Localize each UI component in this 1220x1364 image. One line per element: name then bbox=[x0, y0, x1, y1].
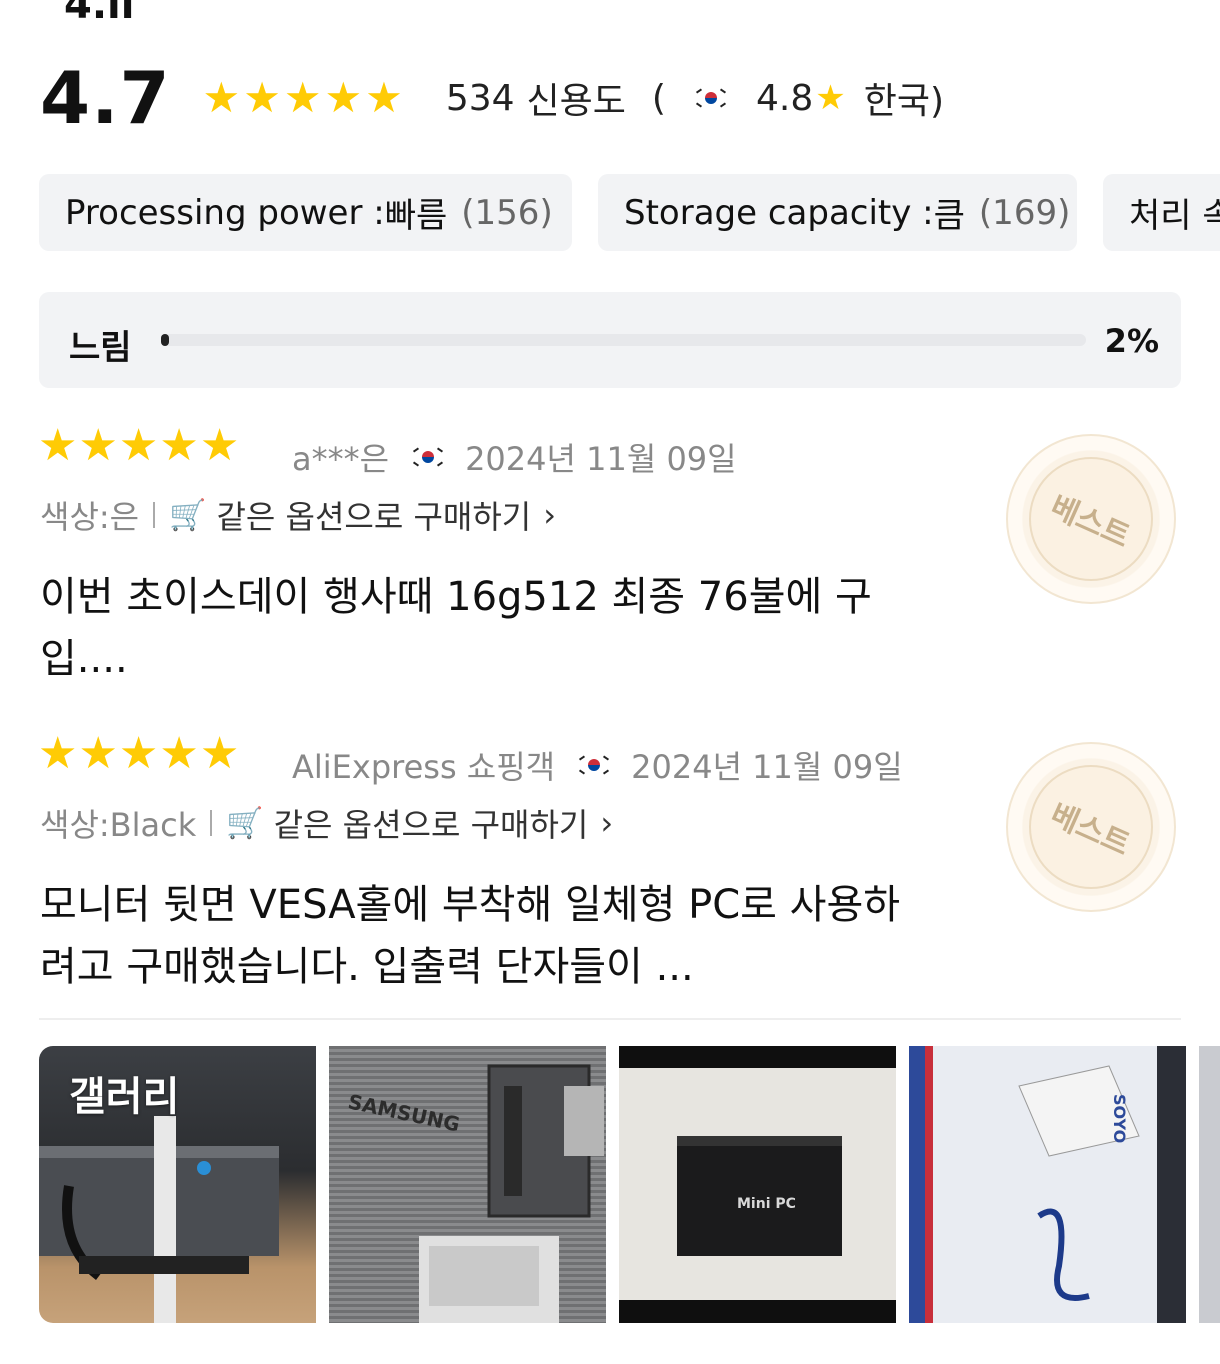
review-option: 색상:은 bbox=[40, 498, 140, 536]
slow-progress-track bbox=[161, 334, 1086, 346]
country-score: 4.8 bbox=[755, 77, 814, 119]
star-icon: ★ bbox=[38, 728, 78, 779]
chip-value: 큼 bbox=[933, 196, 965, 236]
chip-processing-power[interactable]: Processing power : 빠름 (156) bbox=[39, 174, 572, 251]
credibility-label: 신용도 bbox=[526, 81, 626, 122]
korea-flag-icon bbox=[413, 447, 444, 467]
chip-value: 빠름 bbox=[384, 196, 448, 236]
chip-count: (169) bbox=[978, 192, 1071, 233]
review-meta: AliExpress 쇼핑객 2024년 11월 09일 bbox=[292, 742, 903, 788]
average-stars: ★ ★ ★ ★ ★ bbox=[203, 77, 406, 119]
star-icon: ★ bbox=[78, 420, 118, 471]
chevron-right-icon[interactable]: › bbox=[543, 496, 556, 534]
svg-text:Mini PC: Mini PC bbox=[737, 1196, 796, 1212]
star-icon: ★ bbox=[815, 78, 846, 118]
cart-icon[interactable]: 🛒 bbox=[169, 498, 206, 533]
slow-percent: 2% bbox=[1104, 322, 1159, 360]
gallery-image-1[interactable]: 갤러리 bbox=[39, 1046, 316, 1323]
separator bbox=[210, 810, 213, 836]
review-option: 색상:Black bbox=[40, 806, 197, 844]
chevron-right-icon[interactable]: › bbox=[600, 804, 613, 842]
next-section-fragment bbox=[40, 1354, 1180, 1364]
star-icon: ★ bbox=[159, 728, 199, 779]
review-author: a***은 bbox=[292, 440, 390, 478]
best-badge-icon: 베스트 bbox=[1006, 742, 1176, 912]
chip-count: (156) bbox=[461, 192, 553, 233]
review-text[interactable]: 이번 초이스데이 행사때 16g512 최종 76불에 구입.... bbox=[40, 566, 920, 690]
slow-label: 느림 bbox=[69, 328, 132, 368]
gallery-image-4[interactable]: SOYO bbox=[909, 1046, 1186, 1323]
best-badge-label: 베스트 bbox=[1044, 489, 1135, 556]
review-text[interactable]: 모니터 뒷면 VESA홀에 부착해 일체형 PC로 사용하려고 구매했습니다. … bbox=[40, 874, 920, 998]
star-icon: ★ bbox=[159, 420, 199, 471]
review-option-row: 색상:Black 🛒 같은 옵션으로 구매하기 › bbox=[40, 800, 613, 846]
review-count: 534 bbox=[445, 77, 515, 119]
best-badge-icon: 베스트 bbox=[1006, 434, 1176, 604]
monitor-back-photo: SAMSUNG bbox=[346, 1064, 604, 1323]
svg-text:SAMSUNG: SAMSUNG bbox=[346, 1089, 462, 1136]
mini-pc-box-photo: Mini PC bbox=[619, 1068, 896, 1300]
star-icon: ★ bbox=[199, 728, 240, 779]
star-icon: ★ bbox=[118, 420, 159, 471]
buy-same-option-link[interactable]: 같은 옵션으로 구매하기 bbox=[274, 800, 589, 846]
review-author: AliExpress 쇼핑객 bbox=[292, 748, 556, 786]
country-label: 한국) bbox=[863, 81, 945, 122]
star-icon: ★ bbox=[38, 420, 78, 471]
gallery-image-2[interactable]: SAMSUNG bbox=[329, 1046, 606, 1323]
star-icon: ★ bbox=[324, 73, 363, 122]
star-icon: ★ bbox=[243, 73, 281, 122]
header-fragment: 4.ll bbox=[64, 0, 135, 28]
average-rating: 4.7 bbox=[40, 56, 171, 140]
slow-rating-panel: 느림 2% bbox=[39, 292, 1181, 388]
review-stars: ★ ★ ★ ★ ★ bbox=[38, 424, 240, 468]
best-badge-label: 베스트 bbox=[1044, 797, 1135, 864]
chip-key: 처리 속 bbox=[1129, 196, 1220, 236]
chip-storage-capacity[interactable]: Storage capacity : 큼 (169) bbox=[598, 174, 1077, 251]
divider bbox=[39, 1018, 1181, 1020]
review-date: 2024년 11월 09일 bbox=[465, 440, 737, 478]
star-icon: ★ bbox=[365, 73, 403, 122]
star-icon: ★ bbox=[118, 728, 159, 779]
buy-same-option-link[interactable]: 같은 옵션으로 구매하기 bbox=[216, 492, 531, 538]
star-icon: ★ bbox=[199, 420, 240, 471]
korea-flag-icon bbox=[579, 755, 610, 775]
rating-summary: 4.7 ★ ★ ★ ★ ★ 534 신용도 ( 4.8 ★ 한국) bbox=[40, 58, 944, 138]
open-paren: ( bbox=[651, 77, 666, 119]
star-icon: ★ bbox=[78, 728, 118, 779]
korea-flag-icon bbox=[695, 88, 726, 108]
review-meta: a***은 2024년 11월 09일 bbox=[292, 434, 737, 480]
star-icon: ★ bbox=[202, 73, 241, 122]
review-option-row: 색상:은 🛒 같은 옵션으로 구매하기 › bbox=[40, 492, 556, 538]
svg-text:SOYO: SOYO bbox=[1110, 1094, 1129, 1143]
slow-progress-fill bbox=[161, 334, 169, 346]
review-date: 2024년 11월 09일 bbox=[631, 748, 903, 786]
chip-key: Storage capacity : bbox=[624, 192, 934, 233]
separator bbox=[153, 502, 156, 528]
cart-icon[interactable]: 🛒 bbox=[226, 806, 263, 841]
chip-processing-speed[interactable]: 처리 속 bbox=[1103, 174, 1220, 251]
gallery-label: 갤러리 bbox=[69, 1074, 180, 1120]
gallery-image-3[interactable]: Mini PC bbox=[619, 1046, 896, 1323]
star-icon: ★ bbox=[283, 73, 322, 122]
packaging-photo: SOYO bbox=[909, 1046, 1186, 1323]
chip-key: Processing power : bbox=[65, 192, 385, 233]
gallery-image-5[interactable] bbox=[1199, 1046, 1220, 1323]
review-stars: ★ ★ ★ ★ ★ bbox=[38, 732, 240, 776]
